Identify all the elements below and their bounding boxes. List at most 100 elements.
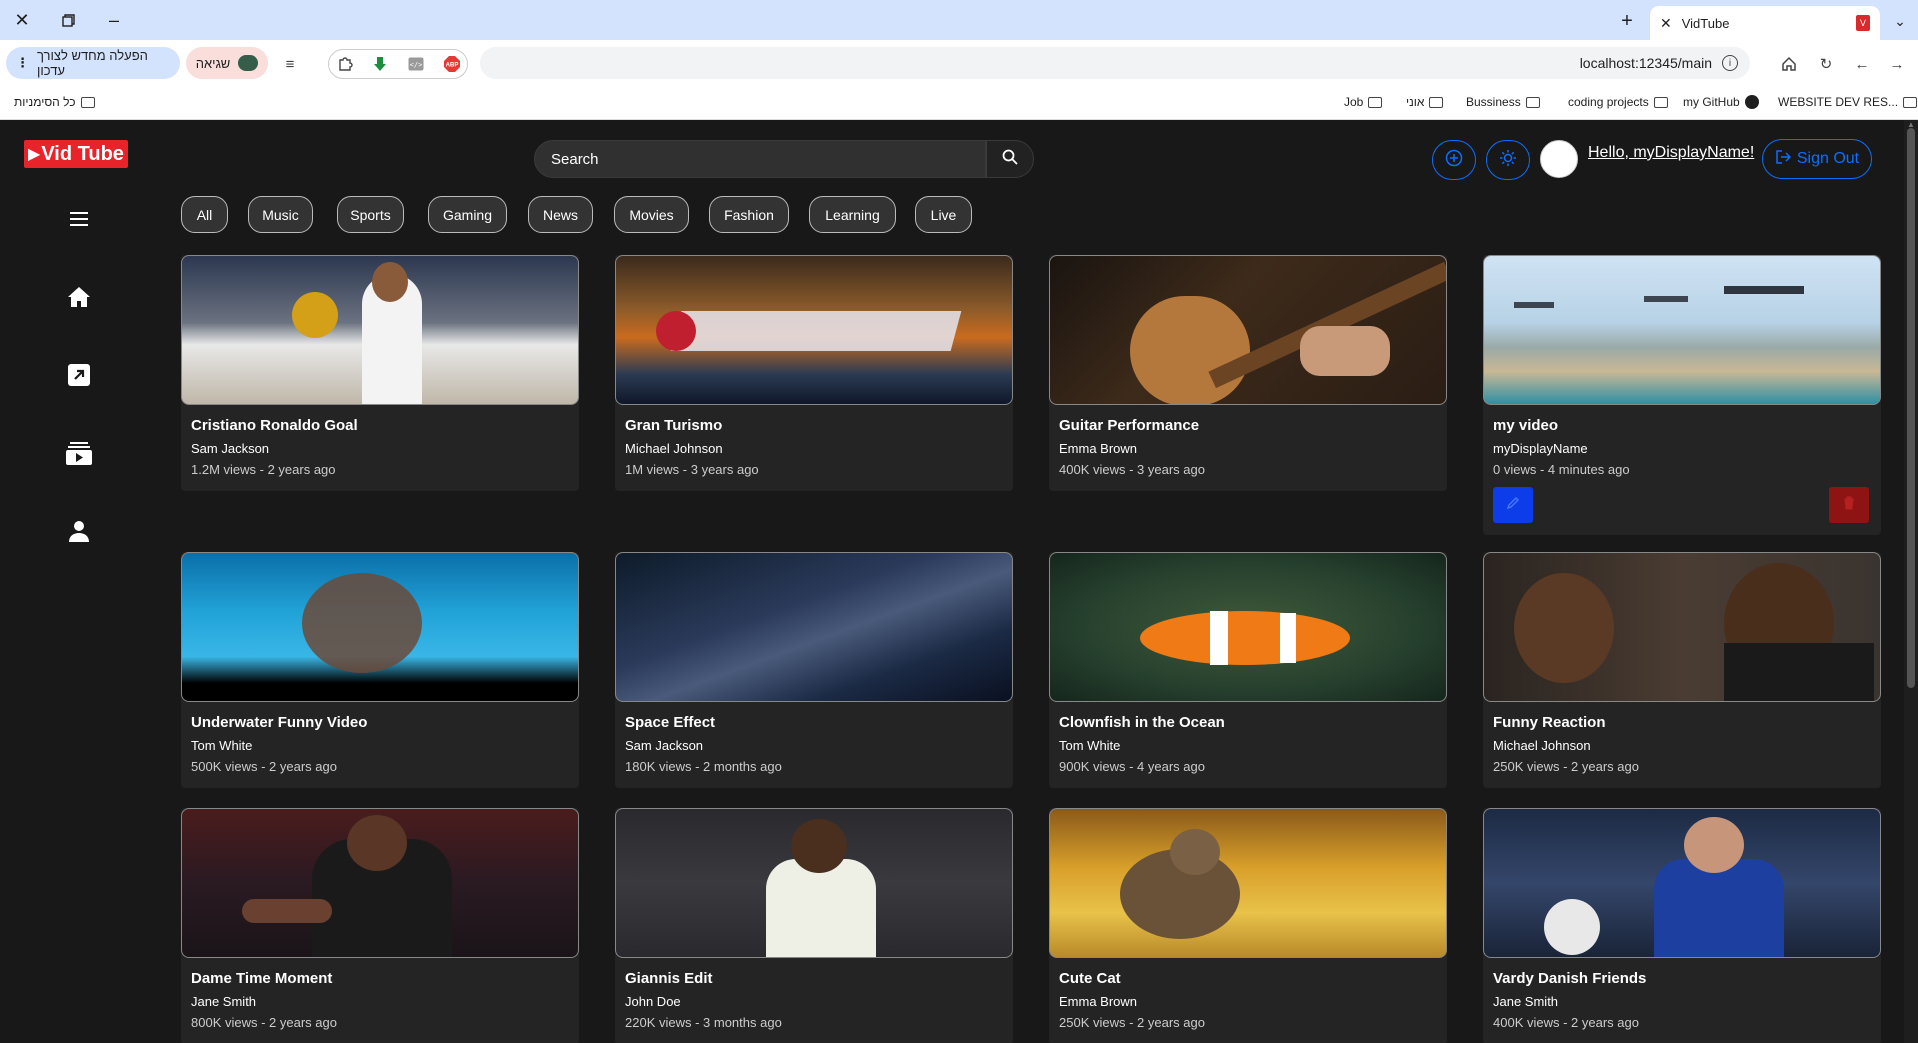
chip-fashion[interactable]: Fashion bbox=[709, 196, 789, 233]
video-thumbnail[interactable] bbox=[181, 255, 579, 405]
video-card[interactable]: Cristiano Ronaldo Goal Sam Jackson 1.2M … bbox=[181, 255, 579, 491]
video-title[interactable]: Dame Time Moment bbox=[191, 970, 332, 987]
bookmark-github[interactable]: my GitHub bbox=[1683, 95, 1759, 109]
scrollbar-thumb[interactable] bbox=[1907, 128, 1915, 688]
download-arrow-icon[interactable] bbox=[369, 53, 391, 75]
home-icon[interactable] bbox=[1778, 53, 1800, 75]
profile-error-button[interactable]: שגיאה bbox=[186, 47, 268, 79]
video-meta: 400K views - 3 years ago bbox=[1059, 462, 1205, 477]
vidtube-logo[interactable]: ▶ Vid Tube bbox=[24, 140, 128, 168]
video-card[interactable]: Gran Turismo Michael Johnson 1M views - … bbox=[615, 255, 1013, 491]
search-button[interactable] bbox=[986, 140, 1034, 178]
theme-toggle-button[interactable] bbox=[1486, 140, 1530, 180]
more-vertical-icon: ⋮ bbox=[16, 55, 29, 70]
extensions-puzzle-icon[interactable] bbox=[334, 53, 356, 75]
hamburger-menu-icon[interactable] bbox=[64, 204, 94, 234]
video-thumbnail[interactable] bbox=[1049, 552, 1447, 702]
video-card[interactable]: Clownfish in the Ocean Tom White 900K vi… bbox=[1049, 552, 1447, 788]
forward-arrow-icon[interactable]: → bbox=[1886, 53, 1908, 75]
all-bookmarks[interactable]: כל הסימניות bbox=[14, 95, 95, 109]
tab-close-icon[interactable]: ✕ bbox=[1660, 15, 1672, 32]
video-thumbnail[interactable] bbox=[1483, 255, 1881, 405]
video-title[interactable]: Giannis Edit bbox=[625, 970, 713, 987]
video-meta: 500K views - 2 years ago bbox=[191, 759, 337, 774]
search-input[interactable] bbox=[534, 140, 986, 178]
video-title[interactable]: Vardy Danish Friends bbox=[1493, 970, 1646, 987]
video-author: Emma Brown bbox=[1059, 994, 1138, 1009]
tab-search-icon[interactable]: ⌄ bbox=[1888, 10, 1912, 32]
video-card[interactable]: Vardy Danish Friends Jane Smith 400K vie… bbox=[1483, 808, 1881, 1043]
video-meta: 180K views - 2 months ago bbox=[625, 759, 782, 774]
video-title[interactable]: Underwater Funny Video bbox=[191, 714, 367, 731]
video-card[interactable]: Space Effect Sam Jackson 180K views - 2 … bbox=[615, 552, 1013, 788]
video-card[interactable]: Dame Time Moment Jane Smith 800K views -… bbox=[181, 808, 579, 1043]
address-bar[interactable]: localhost:12345/main i bbox=[480, 47, 1750, 79]
bookmark-job[interactable]: Job bbox=[1344, 95, 1383, 109]
video-title[interactable]: Cristiano Ronaldo Goal bbox=[191, 417, 358, 434]
video-meta: 400K views - 2 years ago bbox=[1493, 1015, 1639, 1030]
chip-live[interactable]: Live bbox=[915, 196, 972, 233]
bookmark-bussiness[interactable]: Bussiness bbox=[1466, 95, 1540, 109]
page-scrollbar[interactable]: ▲ bbox=[1904, 120, 1918, 1043]
chip-news[interactable]: News bbox=[528, 196, 593, 233]
video-card[interactable]: Underwater Funny Video Tom White 500K vi… bbox=[181, 552, 579, 788]
video-title[interactable]: Gran Turismo bbox=[625, 417, 722, 434]
bookmark-uni[interactable]: אוני bbox=[1406, 95, 1444, 109]
bookmark-website-dev[interactable]: WEBSITE DEV RES... bbox=[1778, 95, 1918, 109]
video-thumbnail[interactable] bbox=[181, 552, 579, 702]
vidtube-app: ▶ Vid Tube Hello, myDisplayName! Sign Ou… bbox=[0, 120, 1918, 1043]
edit-video-button[interactable] bbox=[1493, 487, 1533, 523]
subscriptions-nav-icon[interactable] bbox=[64, 438, 94, 468]
delete-video-button[interactable] bbox=[1829, 487, 1869, 523]
trending-nav-icon[interactable] bbox=[64, 360, 94, 390]
video-thumbnail[interactable] bbox=[615, 552, 1013, 702]
video-thumbnail[interactable] bbox=[1049, 255, 1447, 405]
upload-video-button[interactable] bbox=[1432, 140, 1476, 180]
video-thumbnail[interactable] bbox=[615, 808, 1013, 958]
chip-gaming[interactable]: Gaming bbox=[428, 196, 507, 233]
chip-music[interactable]: Music bbox=[248, 196, 313, 233]
bookmark-coding-projects[interactable]: coding projects bbox=[1568, 95, 1668, 109]
user-greeting[interactable]: Hello, myDisplayName! bbox=[1588, 144, 1754, 162]
video-thumbnail[interactable] bbox=[1483, 552, 1881, 702]
video-card[interactable]: my video myDisplayName 0 views - 4 minut… bbox=[1483, 255, 1881, 535]
folder-icon bbox=[1429, 96, 1444, 108]
video-thumbnail[interactable] bbox=[1049, 808, 1447, 958]
adblock-plus-icon[interactable]: ABP bbox=[441, 53, 463, 75]
back-arrow-icon[interactable]: ← bbox=[1851, 53, 1873, 75]
video-card[interactable]: Giannis Edit John Doe 220K views - 3 mon… bbox=[615, 808, 1013, 1043]
site-info-icon[interactable]: i bbox=[1722, 55, 1738, 71]
video-title[interactable]: Cute Cat bbox=[1059, 970, 1121, 987]
reading-list-icon[interactable]: ≡ bbox=[279, 53, 301, 75]
bookmark-label: my GitHub bbox=[1683, 95, 1740, 109]
reload-icon[interactable]: ↻ bbox=[1815, 53, 1837, 75]
chip-sports[interactable]: Sports bbox=[337, 196, 404, 233]
new-tab-icon[interactable]: + bbox=[1614, 10, 1640, 32]
chip-all[interactable]: All bbox=[181, 196, 228, 233]
video-title[interactable]: my video bbox=[1493, 417, 1558, 434]
browser-tab[interactable]: ✕ VidTube V bbox=[1650, 6, 1880, 40]
close-window-icon[interactable]: ✕ bbox=[6, 6, 38, 34]
home-nav-icon[interactable] bbox=[64, 282, 94, 312]
user-avatar[interactable] bbox=[1540, 140, 1578, 178]
video-author: Tom White bbox=[191, 738, 253, 753]
video-title[interactable]: Space Effect bbox=[625, 714, 715, 731]
video-title[interactable]: Clownfish in the Ocean bbox=[1059, 714, 1225, 731]
video-title[interactable]: Funny Reaction bbox=[1493, 714, 1606, 731]
video-card[interactable]: Funny Reaction Michael Johnson 250K view… bbox=[1483, 552, 1881, 788]
restore-window-icon[interactable] bbox=[52, 6, 84, 34]
folder-icon bbox=[1903, 96, 1918, 108]
video-card[interactable]: Cute Cat Emma Brown 250K views - 2 years… bbox=[1049, 808, 1447, 1043]
video-card[interactable]: Guitar Performance Emma Brown 400K views… bbox=[1049, 255, 1447, 491]
video-thumbnail[interactable] bbox=[1483, 808, 1881, 958]
video-thumbnail[interactable] bbox=[615, 255, 1013, 405]
sign-out-button[interactable]: Sign Out bbox=[1762, 139, 1872, 179]
restart-update-button[interactable]: ⋮ הפעלה מחדש לצורך עדכון bbox=[6, 47, 180, 79]
minimize-window-icon[interactable]: – bbox=[98, 6, 130, 34]
chip-movies[interactable]: Movies bbox=[614, 196, 689, 233]
video-title[interactable]: Guitar Performance bbox=[1059, 417, 1199, 434]
code-extension-icon[interactable]: </> bbox=[405, 53, 427, 75]
chip-learning[interactable]: Learning bbox=[809, 196, 896, 233]
video-thumbnail[interactable] bbox=[181, 808, 579, 958]
profile-nav-icon[interactable] bbox=[64, 516, 94, 546]
